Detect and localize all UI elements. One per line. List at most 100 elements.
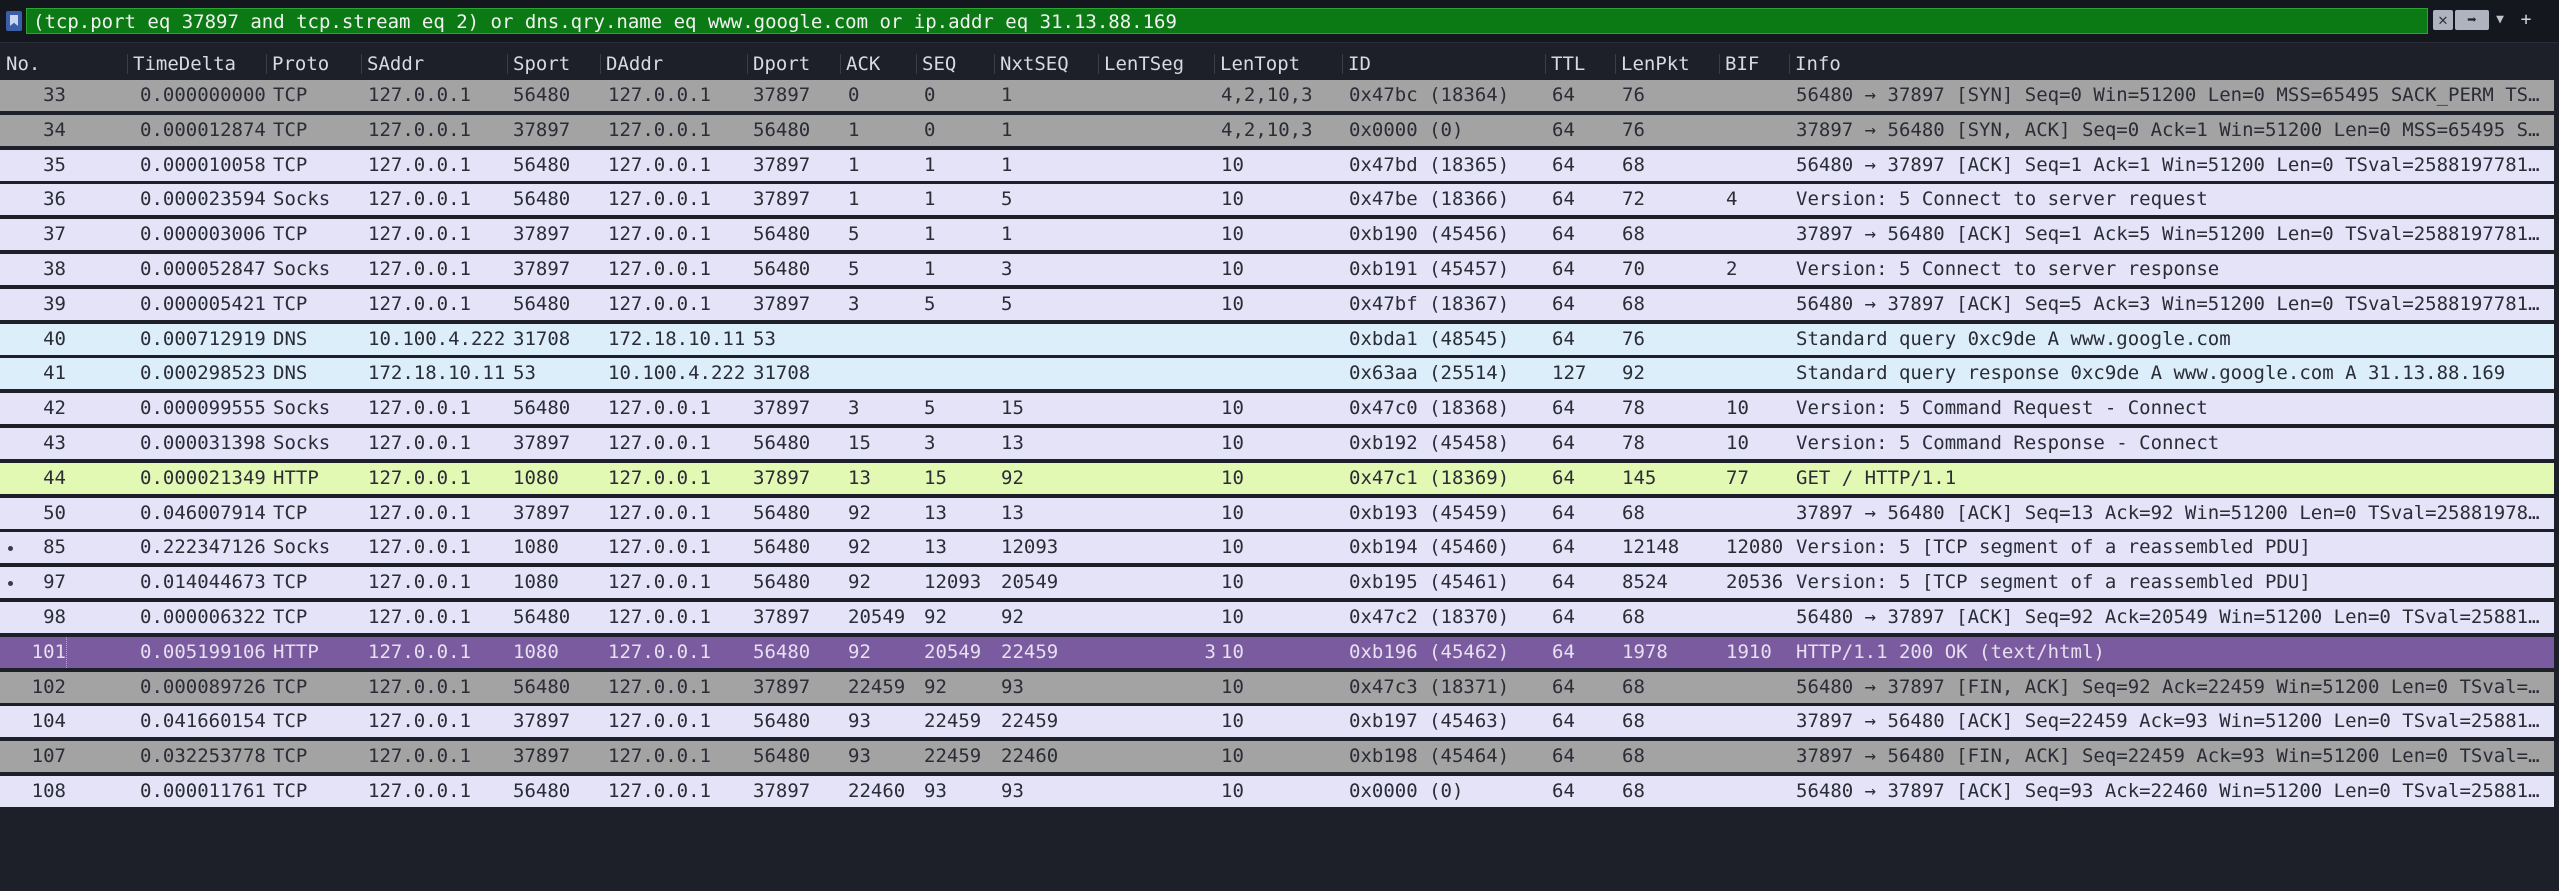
add-filter-button-plus-icon[interactable]: +: [2516, 10, 2536, 30]
column-header-dport[interactable]: Dport: [753, 50, 810, 78]
cell-lentopt: 10: [1221, 780, 1244, 802]
cell-proto: Socks: [273, 536, 331, 558]
packet-row[interactable]: 33 0.000000000 TCP 127.0.0.1 56480 127.0.0.1 3…: [0, 80, 2554, 113]
cell-lentseg: 3: [1204, 641, 1216, 663]
packet-row[interactable]: 34 0.000012874 TCP 127.0.0.1 37897 127.0.0.1 5…: [0, 115, 2554, 148]
column-divider[interactable]: [127, 54, 128, 74]
column-header-sport[interactable]: Sport: [513, 50, 570, 78]
packet-row[interactable]: 40 0.000712919 DNS 10.100.4.222 31708 172.18.…: [0, 324, 2554, 357]
packet-row[interactable]: 37 0.000003006 TCP 127.0.0.1 37897 127.0.0.1 5…: [0, 219, 2554, 252]
cell-info: Version: 5 [TCP segment of a reassembled…: [1796, 571, 2311, 593]
column-header-ack[interactable]: ACK: [846, 50, 880, 78]
clear-filter-icon[interactable]: ✕: [2433, 10, 2453, 30]
column-divider[interactable]: [916, 54, 917, 74]
cell-seq: 5: [924, 397, 936, 419]
packet-row[interactable]: 102 0.000089726 TCP 127.0.0.1 56480 127.0.0.1…: [0, 672, 2554, 705]
cell-seq: 0: [924, 119, 936, 141]
column-divider[interactable]: [1545, 54, 1546, 74]
packet-row[interactable]: 39 0.000005421 TCP 127.0.0.1 56480 127.0.0.1 3…: [0, 289, 2554, 322]
cell-ttl: 64: [1552, 154, 1575, 176]
packet-row[interactable]: 41 0.000298523 DNS 172.18.10.11 53 10.100.4.2…: [0, 358, 2554, 391]
cell-info: Version: 5 Connect to server request: [1796, 188, 2208, 210]
column-header-timedelta[interactable]: TimeDelta: [133, 50, 236, 78]
cell-dport: 53: [753, 328, 776, 350]
cell-nxtseq: 22460: [1001, 745, 1059, 767]
cell-no: 41: [43, 362, 66, 384]
column-divider[interactable]: [840, 54, 841, 74]
column-header-lenpkt[interactable]: LenPkt: [1621, 50, 1690, 78]
packet-row[interactable]: 35 0.000010058 TCP 127.0.0.1 56480 127.0.0.1 3…: [0, 150, 2554, 183]
column-divider[interactable]: [361, 54, 362, 74]
cell-sport: 56480: [513, 397, 571, 419]
cell-no: 107: [31, 745, 66, 767]
column-header-ttl[interactable]: TTL: [1551, 50, 1585, 78]
cell-proto: Socks: [273, 432, 331, 454]
packet-row[interactable]: 44 0.000021349 HTTP 127.0.0.1 1080 127.0.0.1 3…: [0, 463, 2554, 496]
column-divider[interactable]: [600, 54, 601, 74]
column-header-lentopt[interactable]: LenTopt: [1220, 50, 1300, 78]
column-divider[interactable]: [747, 54, 748, 74]
cell-seq: 5: [924, 293, 936, 315]
cell-saddr: 127.0.0.1: [368, 293, 471, 315]
cell-lentopt: 10: [1221, 432, 1244, 454]
cell-ttl: 64: [1552, 328, 1575, 350]
column-divider[interactable]: [1342, 54, 1343, 74]
cell-dport: 56480: [753, 432, 811, 454]
cell-bif: 10: [1726, 432, 1749, 454]
cell-ack: 5: [848, 258, 860, 280]
cell-saddr: 127.0.0.1: [368, 641, 471, 663]
packet-row[interactable]: 85 0.222347126 Socks 127.0.0.1 1080 127.0.0.1…: [0, 532, 2554, 565]
column-divider[interactable]: [1615, 54, 1616, 74]
column-divider[interactable]: [1214, 54, 1215, 74]
column-header-no[interactable]: No.: [6, 50, 40, 78]
column-header-id[interactable]: ID: [1348, 50, 1371, 78]
cell-ack: 1: [848, 119, 860, 141]
display-filter-input[interactable]: (tcp.port eq 37897 and tcp.stream eq 2) …: [26, 8, 2428, 34]
cell-proto: Socks: [273, 188, 331, 210]
packet-row[interactable]: 97 0.014044673 TCP 127.0.0.1 1080 127.0.0.1 56…: [0, 567, 2554, 600]
cell-daddr: 127.0.0.1: [608, 676, 711, 698]
packet-row[interactable]: 104 0.041660154 TCP 127.0.0.1 37897 127.0.0.1…: [0, 706, 2554, 739]
cell-nxtseq: 20549: [1001, 571, 1059, 593]
column-header-seq[interactable]: SEQ: [922, 50, 956, 78]
cell-proto: TCP: [273, 710, 308, 732]
packet-row[interactable]: 43 0.000031398 Socks 127.0.0.1 37897 127.0.0.…: [0, 428, 2554, 461]
packet-row[interactable]: 98 0.000006322 TCP 127.0.0.1 56480 127.0.0.1 3…: [0, 602, 2554, 635]
cell-lenpkt: 72: [1622, 188, 1645, 210]
cell-daddr: 127.0.0.1: [608, 293, 711, 315]
column-header-lentseg[interactable]: LenTSeg: [1104, 50, 1184, 78]
column-divider[interactable]: [994, 54, 995, 74]
cell-ttl: 127: [1552, 362, 1587, 384]
column-divider[interactable]: [507, 54, 508, 74]
filter-bookmark-icon[interactable]: [6, 11, 22, 31]
cell-sport: 37897: [513, 502, 571, 524]
cell-info: 56480 → 37897 [ACK] Seq=5 Ack=3 Win=5120…: [1796, 293, 2540, 315]
packet-row[interactable]: 36 0.000023594 Socks 127.0.0.1 56480 127.0.0.…: [0, 184, 2554, 217]
column-divider[interactable]: [266, 54, 267, 74]
cell-lenpkt: 92: [1622, 362, 1645, 384]
column-divider[interactable]: [1789, 54, 1790, 74]
cell-info: HTTP/1.1 200 OK (text/html): [1796, 641, 2105, 663]
column-header-nxtseq[interactable]: NxtSEQ: [1000, 50, 1069, 78]
cell-ack: 92: [848, 571, 871, 593]
column-divider[interactable]: [1719, 54, 1720, 74]
cell-proto: TCP: [273, 293, 308, 315]
apply-filter-icon[interactable]: ➡: [2455, 10, 2489, 30]
packet-row[interactable]: 42 0.000099555 Socks 127.0.0.1 56480 127.0.0.…: [0, 393, 2554, 426]
column-header-saddr[interactable]: SAddr: [367, 50, 424, 78]
cell-ttl: 64: [1552, 223, 1575, 245]
cell-dport: 37897: [753, 676, 811, 698]
cell-seq: 0: [924, 84, 936, 106]
column-header-daddr[interactable]: DAddr: [606, 50, 663, 78]
filter-history-chevron-down-icon[interactable]: ▼: [2492, 10, 2508, 30]
packet-row[interactable]: 107 0.032253778 TCP 127.0.0.1 37897 127.0.0.1…: [0, 741, 2554, 774]
column-header-proto[interactable]: Proto: [272, 50, 329, 78]
packet-row[interactable]: 38 0.000052847 Socks 127.0.0.1 37897 127.0.0.…: [0, 254, 2554, 287]
cell-ack: 3: [848, 397, 860, 419]
column-header-bif[interactable]: BIF: [1725, 50, 1759, 78]
packet-row[interactable]: 108 0.000011761 TCP 127.0.0.1 56480 127.0.0.1…: [0, 776, 2554, 809]
column-divider[interactable]: [1098, 54, 1099, 74]
packet-row[interactable]: 50 0.046007914 TCP 127.0.0.1 37897 127.0.0.1 5…: [0, 498, 2554, 531]
column-header-info[interactable]: Info: [1795, 50, 1841, 78]
packet-row[interactable]: 101 0.005199106 HTTP 127.0.0.1 1080 127.0.0.1…: [0, 637, 2554, 670]
